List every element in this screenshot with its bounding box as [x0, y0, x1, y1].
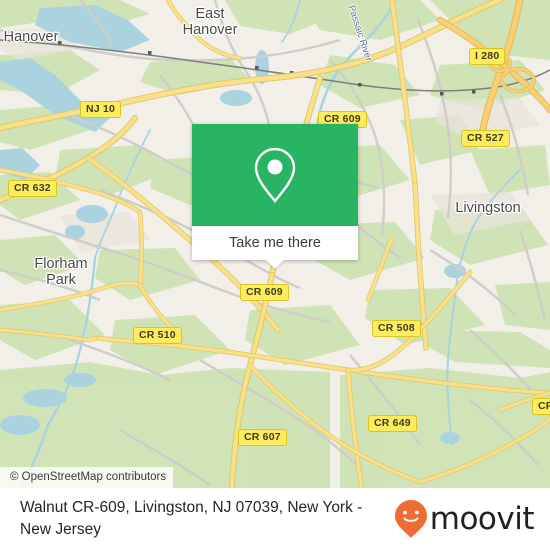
map-pin-icon: [254, 147, 296, 203]
take-me-there-button[interactable]: Take me there: [192, 226, 358, 260]
screen: East Hanover Hanover Livingston Florham …: [0, 0, 550, 550]
place-label-east-hanover: East Hanover: [165, 6, 255, 38]
take-me-there-label: Take me there: [229, 235, 321, 251]
road-shield-cr-527: CR 527: [461, 130, 510, 147]
road-shield-cr-649: CR 649: [368, 415, 417, 432]
location-title: Walnut CR-609, Livingston, NJ 07039, New…: [20, 499, 363, 538]
location-popup-card[interactable]: Take me there: [192, 124, 358, 269]
place-label-florham-park: Florham Park: [16, 256, 106, 288]
road-shield-cr-607: CR 607: [238, 429, 287, 446]
road-shield-cr-632: CR 632: [8, 180, 57, 197]
moovit-pin-icon: [394, 500, 427, 538]
map-canvas[interactable]: East Hanover Hanover Livingston Florham …: [0, 0, 550, 488]
place-line: Park: [46, 272, 76, 288]
road-shield-cr-609-south: CR 609: [240, 284, 289, 301]
road-shield-nj-10: NJ 10: [80, 101, 122, 118]
place-line: Florham: [34, 256, 88, 272]
popup-pointer: [266, 260, 284, 269]
moovit-wordmark: moovit: [429, 501, 535, 537]
place-label-livingston: Livingston: [455, 200, 521, 216]
moovit-logo[interactable]: moovit: [394, 499, 550, 539]
road-shield-cr-510: CR 510: [133, 327, 182, 344]
road-shield-cr-edge: CR: [532, 398, 550, 415]
popup-header: [192, 124, 358, 226]
place-line: East: [195, 6, 225, 22]
place-label-hanover: Hanover: [3, 29, 59, 45]
place-line: Hanover: [182, 22, 238, 38]
bottom-info-bar: Walnut CR-609, Livingston, NJ 07039, New…: [0, 488, 550, 550]
road-shield-cr-508: CR 508: [372, 320, 421, 337]
road-shield-i-280: I 280: [469, 48, 506, 65]
osm-attribution[interactable]: © OpenStreetMap contributors: [0, 467, 174, 488]
